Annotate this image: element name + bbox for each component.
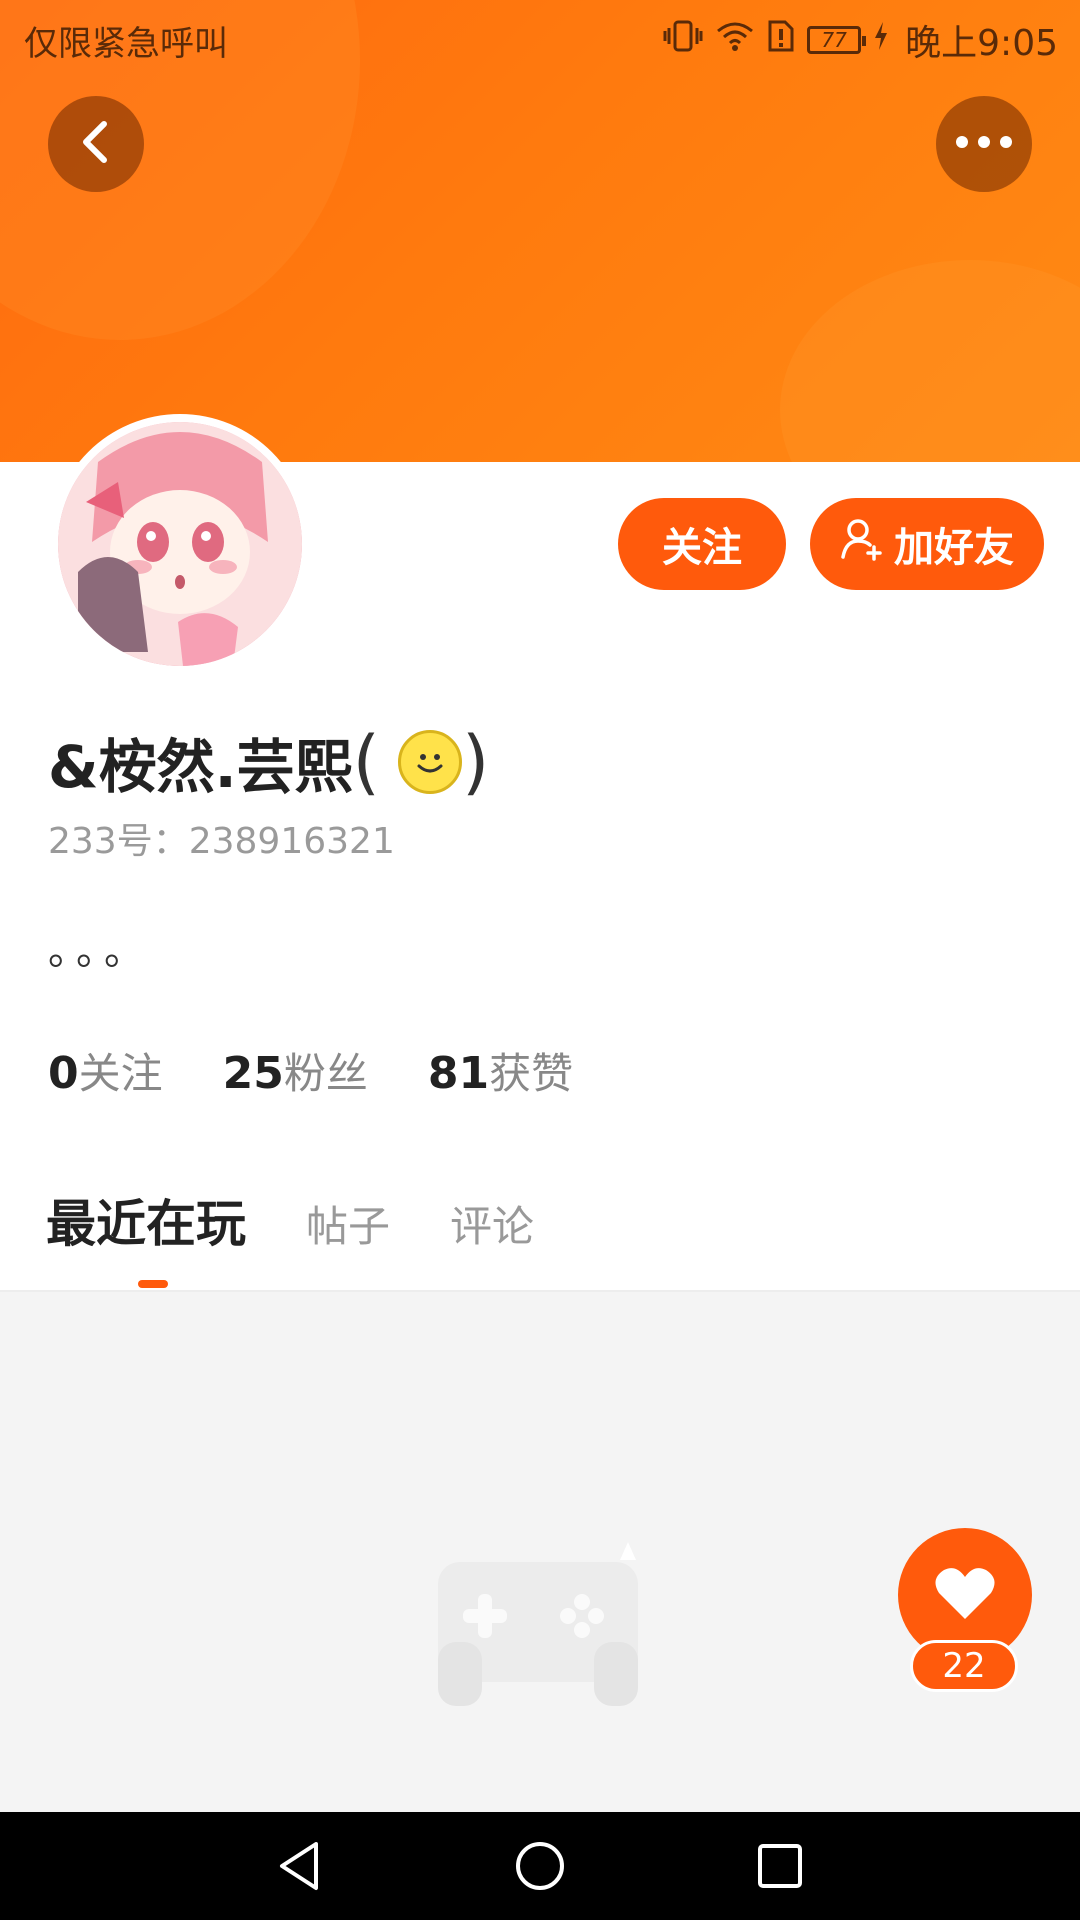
active-tab-indicator [138, 1280, 168, 1288]
avatar-image [58, 422, 302, 666]
battery-icon: 77 [807, 26, 867, 54]
nickname-bracket-right: ) [461, 721, 490, 803]
stat-label: 获赞 [489, 1049, 574, 1098]
tab-posts[interactable]: 帖子 [306, 1193, 390, 1254]
nav-home-icon[interactable] [512, 1838, 568, 1894]
status-bar: 仅限紧急呼叫 77 晚上9:05 [0, 0, 1080, 76]
stats-row: 0 关注 25 粉丝 81 获赞 [48, 1040, 573, 1101]
stat-fans[interactable]: 25 粉丝 [223, 1040, 368, 1101]
sim-alert-icon [767, 19, 795, 62]
nickname: &桉然.芸熙 [48, 733, 353, 801]
heart-icon [934, 1565, 996, 1625]
add-friend-button[interactable]: 加好友 [810, 498, 1044, 590]
follow-button[interactable]: 关注 [618, 498, 786, 590]
nav-recent-apps-icon[interactable] [752, 1838, 808, 1894]
avatar[interactable] [50, 414, 310, 674]
add-user-icon [840, 517, 884, 571]
charging-icon [873, 20, 889, 60]
add-friend-label: 加好友 [894, 525, 1014, 571]
nickname-bracket-left: ( [352, 721, 380, 803]
wifi-icon [715, 19, 755, 62]
tab-recently-played[interactable]: 最近在玩 [46, 1184, 246, 1256]
stat-value: 25 [222, 1048, 284, 1099]
vibrate-icon [663, 19, 703, 62]
follow-label: 关注 [662, 525, 742, 571]
system-nav-bar [0, 1812, 1080, 1920]
profile-tabs: 最近在玩 帖子 评论 [46, 1184, 594, 1256]
smiley-icon [397, 730, 462, 794]
user-id-label: 233号： [48, 821, 189, 862]
more-button[interactable] [936, 96, 1032, 192]
gamepad-icon [380, 1452, 680, 1712]
stat-value: 0 [48, 1048, 79, 1099]
user-id: 233号：238916321 [48, 812, 395, 864]
nickname-row: &桉然.芸熙 ( ) [48, 720, 489, 804]
banner-decoration [780, 260, 1080, 462]
nav-back-icon[interactable] [272, 1838, 328, 1894]
stat-value: 81 [427, 1048, 490, 1099]
chevron-left-icon [76, 118, 116, 170]
clock-time: 晚上9:05 [905, 23, 1058, 64]
stat-following[interactable]: 0 关注 [48, 1040, 163, 1101]
user-id-value: 238916321 [188, 821, 395, 862]
stat-likes[interactable]: 81 获赞 [428, 1040, 573, 1101]
back-button[interactable] [48, 96, 144, 192]
carrier-text: 仅限紧急呼叫 [24, 24, 228, 64]
like-count: 22 [910, 1640, 1018, 1692]
stat-label: 关注 [78, 1049, 163, 1098]
tab-comments[interactable]: 评论 [450, 1193, 534, 1254]
ellipsis-icon [954, 134, 1014, 154]
stat-label: 粉丝 [283, 1049, 368, 1098]
user-bio: 。。。 [48, 928, 152, 974]
